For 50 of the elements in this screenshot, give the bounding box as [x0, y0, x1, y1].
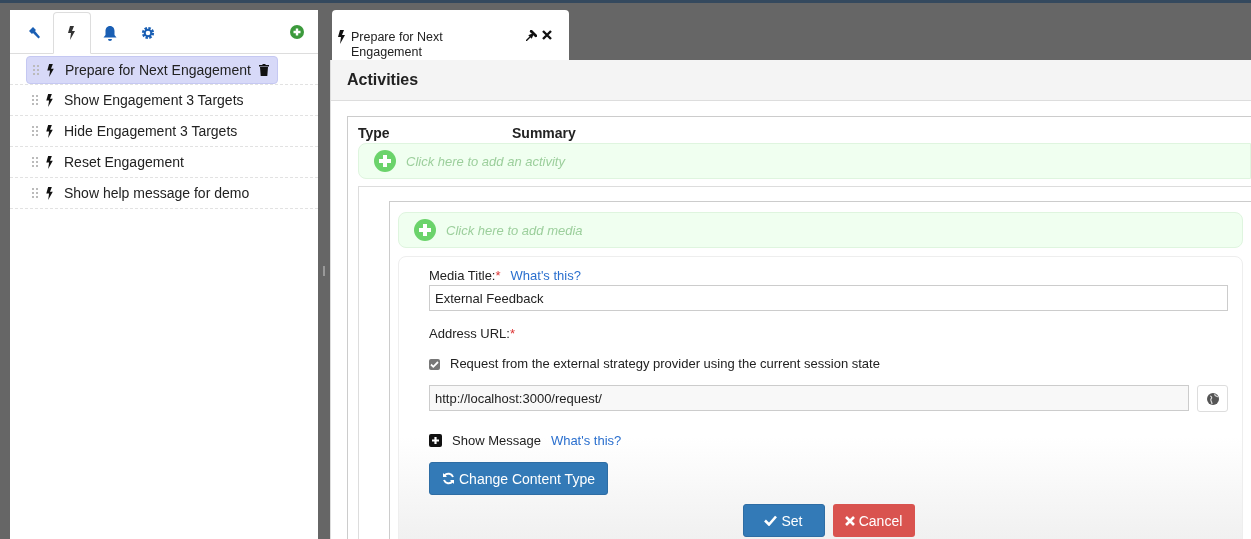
drag-handle-icon [32, 157, 38, 167]
panel-title: Activities [347, 71, 419, 89]
change-content-type-button[interactable]: Change Content Type [429, 462, 608, 495]
checkbox-label: Request from the external strategy provider using the current session state [450, 355, 880, 371]
column-header: Summary [512, 125, 576, 143]
add-icon[interactable] [290, 25, 304, 39]
bolt-icon [338, 30, 346, 44]
drag-handle-icon [32, 126, 38, 136]
url-field[interactable]: http://localhost:3000/request/ [429, 385, 1189, 411]
globe-button[interactable] [1197, 385, 1228, 412]
hammer-icon [27, 26, 41, 40]
input-field[interactable]: External Feedback [429, 285, 1228, 311]
globe-icon [1206, 392, 1219, 405]
bolt-icon [46, 186, 54, 200]
add-icon [374, 150, 396, 172]
help-link[interactable]: What's this? [550, 432, 622, 448]
bell-icon [103, 25, 117, 41]
sidebar-item[interactable]: Prepare for Next Engagement [26, 56, 278, 84]
sidebar-item[interactable]: Hide Engagement 3 Targets [26, 118, 246, 144]
editor-tab[interactable]: Prepare for Next Engagement [332, 10, 569, 60]
bolt-icon [46, 155, 54, 169]
tab-title: Prepare for Next Engagement [351, 30, 444, 60]
refresh-icon [442, 472, 455, 485]
check-icon [764, 515, 778, 526]
drag-handle-icon [32, 188, 38, 198]
sidebar-item[interactable]: Show Engagement 3 Targets [26, 87, 252, 113]
column-header: Type [358, 125, 391, 143]
close-icon[interactable] [542, 30, 552, 40]
field-label: Address URL:* [429, 325, 515, 341]
drag-handle-icon [32, 95, 38, 105]
bolt-icon [46, 124, 54, 138]
help-link[interactable]: What's this? [510, 267, 581, 283]
settings-icon [141, 26, 155, 40]
bolt-icon [47, 63, 55, 77]
toggle-label: Show Message [452, 432, 541, 448]
sidebar-item[interactable]: Reset Engagement [26, 149, 192, 175]
close-icon [844, 515, 855, 526]
trash-icon[interactable] [259, 64, 269, 76]
expand-icon[interactable] [429, 433, 442, 447]
drag-handle-icon [33, 65, 39, 75]
pin-icon[interactable] [526, 30, 537, 41]
field-label: Media Title:* [429, 267, 501, 283]
sidebar-tab[interactable] [53, 12, 91, 54]
bolt-icon [68, 26, 76, 40]
cancel-button[interactable]: Cancel [832, 504, 915, 537]
set-button[interactable]: Set [742, 504, 825, 537]
sidebar-item[interactable]: Show help message for demo [26, 180, 258, 206]
bolt-icon [46, 93, 54, 107]
checkbox[interactable] [429, 358, 440, 370]
add-icon [414, 219, 436, 241]
